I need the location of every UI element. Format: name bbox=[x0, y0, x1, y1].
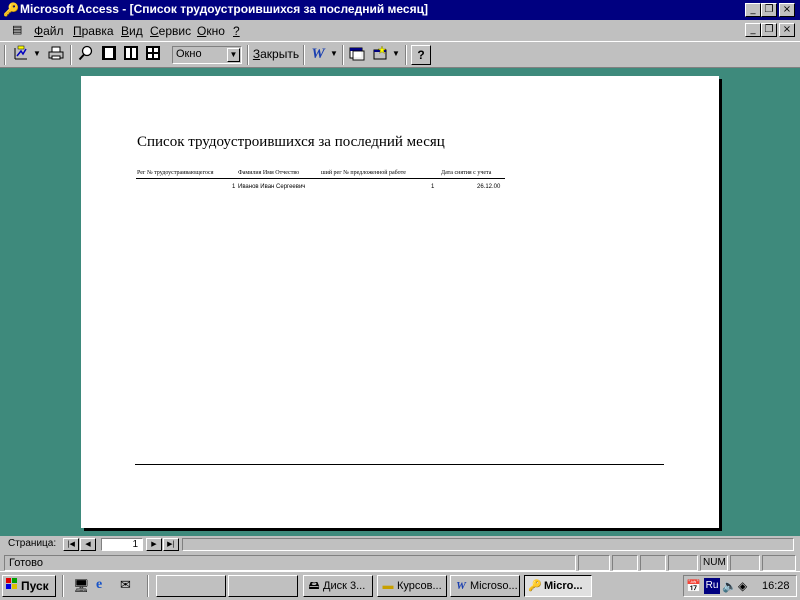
view-dropdown-arrow-icon[interactable]: ▼ bbox=[32, 45, 42, 65]
two-pages-icon[interactable] bbox=[121, 45, 141, 65]
status-panel bbox=[730, 555, 760, 571]
start-button[interactable]: Пуск bbox=[2, 575, 56, 597]
toolbar-separator bbox=[70, 45, 72, 65]
menu-tools[interactable]: Сервис bbox=[150, 24, 191, 38]
column-header: Дата снятия с учета bbox=[441, 170, 492, 176]
status-bar: Готово NUM bbox=[0, 553, 800, 571]
header-divider bbox=[136, 178, 505, 179]
status-panel bbox=[612, 555, 638, 571]
folder-icon: ▬ bbox=[382, 580, 394, 592]
horizontal-scrollbar[interactable] bbox=[182, 538, 794, 551]
toolbar-separator bbox=[405, 45, 407, 65]
toolbar-separator bbox=[303, 45, 305, 65]
start-label: Пуск bbox=[21, 579, 49, 593]
one-page-icon[interactable] bbox=[99, 45, 119, 65]
menu-window[interactable]: Окно bbox=[197, 24, 225, 38]
num-lock-indicator: NUM bbox=[700, 555, 728, 571]
last-page-icon[interactable]: ▶| bbox=[163, 538, 179, 551]
close-preview-button[interactable]: Закрыть bbox=[251, 45, 301, 65]
taskbar-separator bbox=[62, 575, 64, 597]
drive-icon: 🖴 bbox=[308, 580, 320, 592]
menu-edit[interactable]: Правка bbox=[73, 24, 114, 38]
status-panel bbox=[668, 555, 698, 571]
taskbar-button-empty[interactable] bbox=[156, 575, 226, 597]
volume-icon[interactable]: 🔈 bbox=[722, 579, 737, 593]
multiple-pages-icon[interactable] bbox=[143, 45, 163, 65]
show-desktop-icon[interactable]: 🖥 bbox=[73, 578, 90, 594]
access-key-icon: 🔑 bbox=[528, 580, 542, 592]
cell-job-reg-no: 1 bbox=[431, 184, 435, 190]
next-page-icon[interactable]: ▶ bbox=[146, 538, 162, 551]
report-page[interactable]: Список трудоустроившихся за последний ме… bbox=[81, 76, 719, 528]
menu-help[interactable]: ? bbox=[233, 24, 240, 38]
access-key-icon[interactable]: 🔑 bbox=[3, 2, 19, 17]
close-button[interactable]: × bbox=[779, 3, 795, 17]
document-icon[interactable]: ▤ bbox=[12, 23, 22, 36]
page-footer-line bbox=[135, 464, 664, 465]
taskbar-button-folder[interactable]: ▬ Курсов... bbox=[377, 575, 447, 597]
chevron-down-icon[interactable]: ▼ bbox=[227, 48, 240, 62]
word-icon: W bbox=[456, 580, 466, 592]
window-title: Microsoft Access - [Список трудоустроивш… bbox=[20, 2, 428, 16]
status-panel bbox=[762, 555, 796, 571]
new-object-dropdown-arrow-icon[interactable]: ▼ bbox=[391, 45, 401, 65]
page-label: Страница: bbox=[8, 538, 57, 549]
toolbar: ▼ Окно ▼ Закрыть W ▼ ▼ ? bbox=[0, 41, 800, 68]
internet-explorer-icon[interactable]: e bbox=[96, 577, 102, 593]
windows-logo-icon bbox=[5, 576, 19, 596]
toolbar-separator bbox=[342, 45, 344, 65]
language-indicator[interactable]: Ru bbox=[704, 578, 720, 594]
cell-date-removed: 26.12.00 bbox=[477, 184, 501, 190]
status-text: Готово bbox=[4, 555, 576, 571]
doc-close-button[interactable]: × bbox=[779, 23, 795, 37]
record-navigation-bar: Страница: |◀ ◀ 1 ▶ ▶| bbox=[0, 536, 800, 552]
toolbar-separator bbox=[247, 45, 249, 65]
toolbar-grip bbox=[4, 45, 6, 65]
outlook-express-icon[interactable]: ✉ bbox=[120, 577, 131, 593]
network-icon[interactable]: ◈ bbox=[738, 579, 747, 593]
report-title: Список трудоустроившихся за последний ме… bbox=[137, 134, 445, 150]
taskbar-button-disk[interactable]: 🖴 Диск 3... bbox=[303, 575, 373, 597]
clock[interactable]: 16:28 bbox=[762, 580, 790, 592]
page-number-field[interactable]: 1 bbox=[101, 538, 143, 551]
cell-name: Иванов Иван Сергеевич bbox=[238, 184, 306, 190]
taskbar: Пуск 🖥 e ✉ 🖴 Диск 3... ▬ Курсов... W Micros… bbox=[0, 571, 800, 600]
minimize-button[interactable]: _ bbox=[745, 3, 761, 17]
scheduler-icon[interactable]: 📅 bbox=[686, 579, 701, 593]
taskbar-button-word[interactable]: W Microso... bbox=[450, 575, 520, 597]
zoom-combo[interactable]: Окно ▼ bbox=[172, 46, 242, 64]
word-export-icon[interactable]: W bbox=[307, 45, 329, 65]
status-panel bbox=[640, 555, 666, 571]
help-icon[interactable]: ? bbox=[411, 45, 431, 65]
menu-view[interactable]: Вид bbox=[121, 24, 143, 38]
zoom-combo-value: Окно bbox=[176, 48, 202, 60]
zoom-magnifier-icon[interactable] bbox=[76, 45, 96, 65]
new-object-icon[interactable] bbox=[370, 45, 390, 65]
print-icon[interactable] bbox=[46, 45, 66, 65]
column-header: Рег № трудоустраивающегося bbox=[137, 170, 214, 176]
title-bar[interactable]: 🔑 Microsoft Access - [Список трудоустрои… bbox=[0, 0, 800, 20]
design-view-icon[interactable] bbox=[12, 45, 30, 65]
doc-minimize-button[interactable]: _ bbox=[745, 23, 761, 37]
export-dropdown-arrow-icon[interactable]: ▼ bbox=[329, 45, 339, 65]
database-window-icon[interactable] bbox=[347, 45, 367, 65]
taskbar-button-empty[interactable] bbox=[228, 575, 298, 597]
status-panel bbox=[578, 555, 610, 571]
menu-bar: ▤ Файл Правка Вид Сервис Окно ? _ ❐ × bbox=[0, 20, 800, 40]
cell-reg-no: 1 bbox=[232, 184, 236, 190]
restore-button[interactable]: ❐ bbox=[761, 3, 777, 17]
taskbar-separator bbox=[147, 575, 149, 597]
column-header: ший рег № предложенной работе bbox=[321, 170, 406, 176]
taskbar-button-access[interactable]: 🔑 Micro... bbox=[524, 575, 592, 597]
menu-file[interactable]: Файл bbox=[34, 24, 64, 38]
first-page-icon[interactable]: |◀ bbox=[63, 538, 79, 551]
doc-restore-button[interactable]: ❐ bbox=[761, 23, 777, 37]
previous-page-icon[interactable]: ◀ bbox=[80, 538, 96, 551]
column-header: Фамилия Имя Отчество bbox=[238, 170, 300, 176]
system-tray: 📅 Ru 🔈 ◈ 16:28 bbox=[683, 575, 797, 597]
